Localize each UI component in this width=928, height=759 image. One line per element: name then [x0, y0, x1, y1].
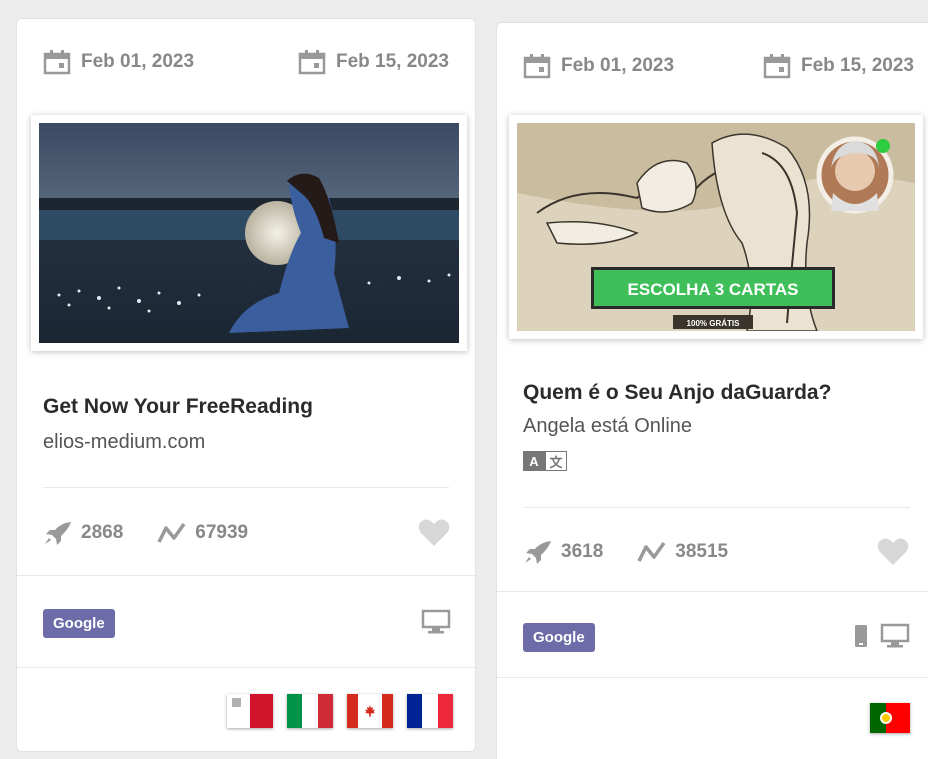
- date-range: Feb 01, 2023 Feb 15, 2023: [523, 51, 914, 81]
- malta-flag: [227, 694, 273, 728]
- end-date: Feb 15, 2023: [763, 53, 914, 79]
- angel-illustration-image: ESCOLHA 3 CARTAS 100% GRÁTIS: [517, 123, 915, 331]
- italy-flag: [287, 694, 333, 728]
- impression-count: 67939: [195, 522, 249, 543]
- end-date-text: Feb 15, 2023: [800, 55, 914, 76]
- divider: [17, 667, 475, 668]
- ad-card[interactable]: Feb 01, 2023 Feb 15, 2023: [496, 22, 928, 759]
- rocket-icon: [45, 522, 71, 545]
- france-flag: [407, 694, 453, 728]
- heart-icon[interactable]: [417, 518, 451, 548]
- date-range: Feb 01, 2023 Feb 15, 2023: [43, 47, 449, 77]
- start-date-text: Feb 01, 2023: [81, 51, 195, 72]
- end-date: Feb 15, 2023: [298, 49, 449, 75]
- divider: [523, 507, 910, 508]
- calendar-icon: [763, 54, 791, 79]
- mobile-icon: [855, 625, 867, 647]
- portugal-flag: [870, 703, 910, 733]
- network-badge: Google: [523, 623, 595, 652]
- launch-stat: 2868: [43, 520, 123, 546]
- divider: [17, 575, 475, 576]
- banner-small-text: 100% GRÁTIS: [687, 319, 741, 328]
- ad-card[interactable]: Feb 01, 2023 Feb 15, 2023: [16, 18, 476, 752]
- desktop-icon: [880, 623, 910, 648]
- launch-count: 3618: [561, 541, 604, 562]
- banner-text: ESCOLHA 3 CARTAS: [628, 280, 799, 299]
- rocket-icon: [525, 541, 551, 564]
- canada-flag: [347, 694, 393, 728]
- launch-stat: 3618: [523, 539, 603, 565]
- start-date-text: Feb 01, 2023: [561, 55, 675, 76]
- calendar-icon: [298, 50, 326, 75]
- divider: [43, 487, 449, 488]
- translate-icon: A 文: [523, 451, 567, 471]
- country-flags: [227, 694, 453, 728]
- stats-row: 3618 38515: [523, 535, 910, 569]
- ad-title[interactable]: Get Now Your FreeReading: [43, 395, 313, 419]
- moon-woman-image: [39, 123, 459, 343]
- end-date-text: Feb 15, 2023: [335, 51, 449, 72]
- divider: [497, 677, 928, 678]
- trend-icon: [637, 541, 666, 562]
- ad-title[interactable]: Quem é o Seu Anjo daGuarda?: [523, 381, 831, 405]
- heart-icon[interactable]: [876, 537, 910, 567]
- divider: [497, 591, 928, 592]
- device-list: [854, 623, 910, 649]
- ad-image[interactable]: [31, 115, 467, 351]
- country-flags: [870, 703, 910, 733]
- impression-stat: 38515: [637, 539, 728, 565]
- trend-icon: [157, 522, 186, 543]
- ad-image[interactable]: ESCOLHA 3 CARTAS 100% GRÁTIS: [509, 115, 923, 339]
- ad-subtitle: Angela está Online: [523, 415, 693, 437]
- ad-domain: elios-medium.com: [43, 431, 206, 453]
- calendar-icon: [43, 50, 71, 75]
- desktop-icon: [421, 609, 451, 634]
- start-date: Feb 01, 2023: [523, 53, 674, 79]
- stats-row: 2868 67939: [43, 516, 451, 550]
- launch-count: 2868: [81, 522, 124, 543]
- start-date: Feb 01, 2023: [43, 49, 194, 75]
- device-list: [421, 609, 451, 635]
- impression-stat: 67939: [157, 520, 248, 546]
- calendar-icon: [523, 54, 551, 79]
- impression-count: 38515: [675, 541, 729, 562]
- network-badge: Google: [43, 609, 115, 638]
